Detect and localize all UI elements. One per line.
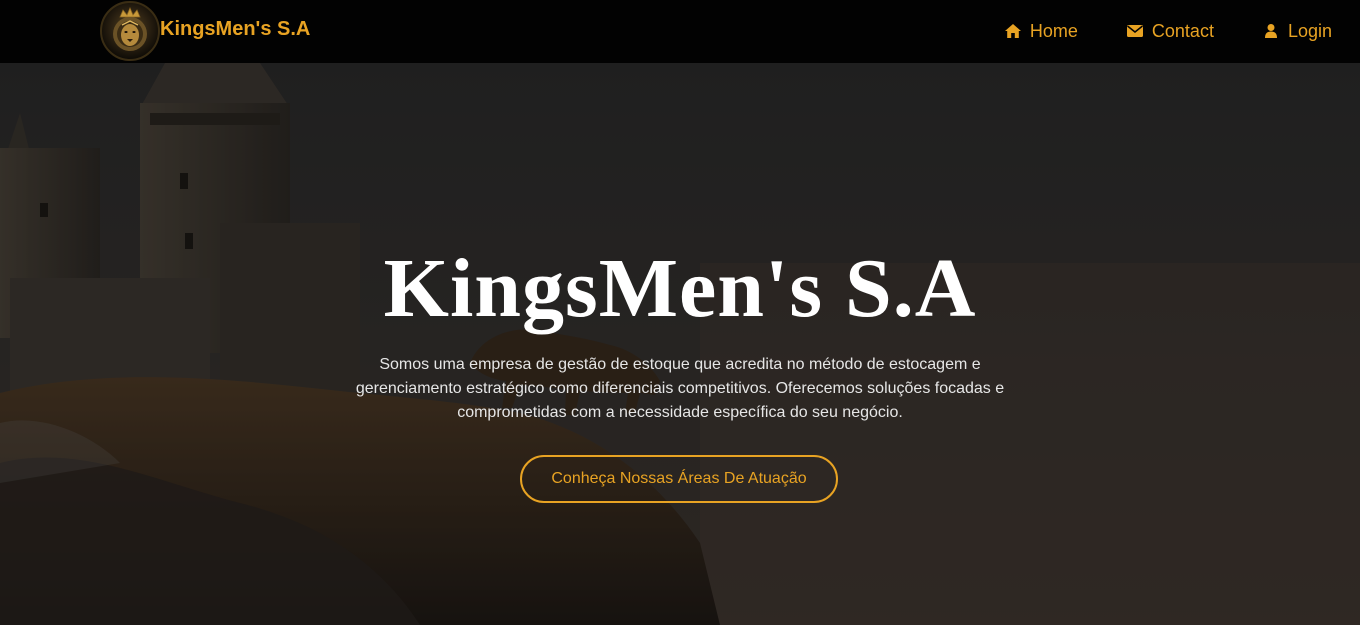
- hero-content: KingsMen's S.A Somos uma empresa de gest…: [0, 63, 1360, 625]
- envelope-icon: [1126, 22, 1144, 40]
- nav-contact-label: Contact: [1151, 20, 1214, 41]
- navbar: KingsMen's S.A Home Contact Login: [0, 0, 1360, 63]
- nav-login[interactable]: Login: [1262, 21, 1332, 42]
- hero-section: KingsMen's S.A Somos uma empresa de gest…: [0, 63, 1360, 625]
- nav-home-label: Home: [1029, 20, 1078, 41]
- brand-name[interactable]: KingsMen's S.A: [160, 18, 310, 41]
- hero-description: Somos uma empresa de gestão de estoque q…: [355, 356, 1005, 421]
- main-nav: Home Contact Login: [956, 0, 1332, 62]
- nav-contact[interactable]: Contact: [1126, 21, 1214, 42]
- lion-crown-logo[interactable]: [100, 1, 160, 61]
- brand[interactable]: KingsMen's S.A: [100, 0, 310, 62]
- nav-login-label: Login: [1287, 20, 1332, 41]
- home-icon: [1004, 22, 1022, 40]
- areas-of-activity-button[interactable]: Conheça Nossas Áreas De Atuação: [520, 455, 838, 503]
- nav-home[interactable]: Home: [1004, 21, 1078, 42]
- hero-title: KingsMen's S.A: [383, 242, 977, 335]
- user-icon: [1262, 22, 1280, 40]
